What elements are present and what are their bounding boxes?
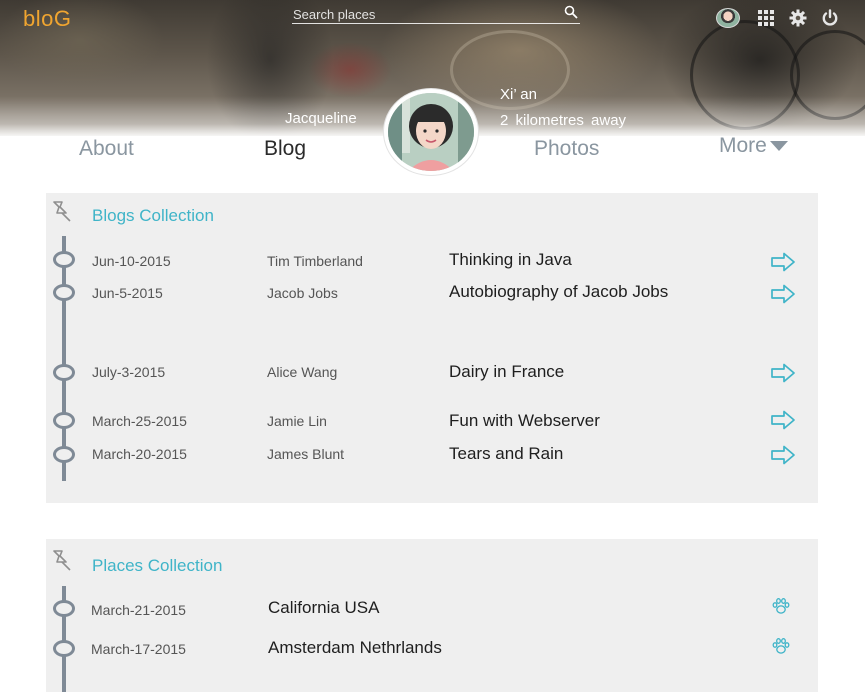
profile-name: Jacqueline bbox=[285, 110, 357, 127]
timeline-node bbox=[53, 364, 75, 381]
arrow-right-icon[interactable] bbox=[770, 410, 796, 430]
place-name[interactable]: Amsterdam Nethrlands bbox=[268, 638, 442, 658]
place-date: March-21-2015 bbox=[91, 602, 186, 618]
blog-author: Jacob Jobs bbox=[267, 285, 338, 301]
timeline-node bbox=[53, 446, 75, 463]
nav-more-label: More bbox=[719, 134, 767, 157]
arrow-right-icon[interactable] bbox=[770, 284, 796, 304]
grid-icon[interactable] bbox=[757, 9, 775, 27]
arrow-right-icon[interactable] bbox=[770, 445, 796, 465]
place-name[interactable]: California USA bbox=[268, 598, 380, 618]
timeline-node bbox=[53, 284, 75, 301]
blog-title[interactable]: Dairy in France bbox=[449, 362, 564, 382]
profile-distance: 2 kilometres away bbox=[500, 112, 627, 129]
nav-about[interactable]: About bbox=[79, 137, 134, 161]
power-icon[interactable] bbox=[821, 9, 839, 27]
search-input[interactable] bbox=[292, 5, 562, 24]
pushpin-icon bbox=[53, 201, 71, 222]
places-collection-panel: Places Collection March-21-2015 Californ… bbox=[46, 539, 818, 692]
paw-icon[interactable] bbox=[771, 597, 791, 615]
nav-photos[interactable]: Photos bbox=[534, 137, 599, 161]
nav-blog[interactable]: Blog bbox=[264, 137, 306, 161]
timeline-node bbox=[53, 251, 75, 268]
brand-logo[interactable]: bloG bbox=[23, 6, 71, 32]
pushpin-icon bbox=[53, 550, 71, 571]
nav-more[interactable]: More bbox=[719, 134, 788, 158]
paw-icon[interactable] bbox=[771, 637, 791, 655]
search-icon[interactable] bbox=[564, 5, 578, 19]
profile-photo[interactable] bbox=[384, 89, 478, 175]
blog-title[interactable]: Thinking in Java bbox=[449, 250, 572, 270]
timeline-node bbox=[53, 600, 75, 617]
arrow-right-icon[interactable] bbox=[770, 252, 796, 272]
places-collection-title: Places Collection bbox=[92, 556, 223, 575]
blog-author: Jamie Lin bbox=[267, 413, 327, 429]
blog-title[interactable]: Tears and Rain bbox=[449, 444, 563, 464]
blog-date: March-20-2015 bbox=[92, 446, 187, 462]
user-avatar[interactable] bbox=[716, 8, 740, 28]
blog-author: James Blunt bbox=[267, 446, 345, 462]
chevron-down-icon bbox=[769, 141, 788, 152]
blog-title[interactable]: Autobiography of Jacob Jobs bbox=[449, 282, 668, 302]
blog-author: Alice Wang bbox=[267, 364, 338, 380]
blog-author: Tim Timberland bbox=[267, 253, 363, 269]
arrow-right-icon[interactable] bbox=[770, 363, 796, 383]
blog-date: Jun-10-2015 bbox=[92, 253, 171, 269]
page: bloG Jacqueline Xi’ an 2 kilometres away bbox=[0, 0, 865, 692]
search-bar[interactable] bbox=[292, 4, 580, 24]
timeline-node bbox=[53, 640, 75, 657]
blogs-collection-panel: Blogs Collection Jun-10-2015 Tim Timberl… bbox=[46, 193, 818, 503]
blogs-timeline bbox=[62, 236, 66, 481]
blogs-collection-title: Blogs Collection bbox=[92, 206, 214, 225]
blog-date: Jun-5-2015 bbox=[92, 285, 163, 301]
blog-date: July-3-2015 bbox=[92, 364, 166, 380]
timeline-node bbox=[53, 412, 75, 429]
blog-title[interactable]: Fun with Webserver bbox=[449, 411, 600, 431]
place-date: March-17-2015 bbox=[91, 641, 186, 657]
blog-date: March-25-2015 bbox=[92, 413, 187, 429]
profile-city: Xi’ an bbox=[500, 86, 537, 103]
gear-icon[interactable] bbox=[789, 9, 807, 27]
